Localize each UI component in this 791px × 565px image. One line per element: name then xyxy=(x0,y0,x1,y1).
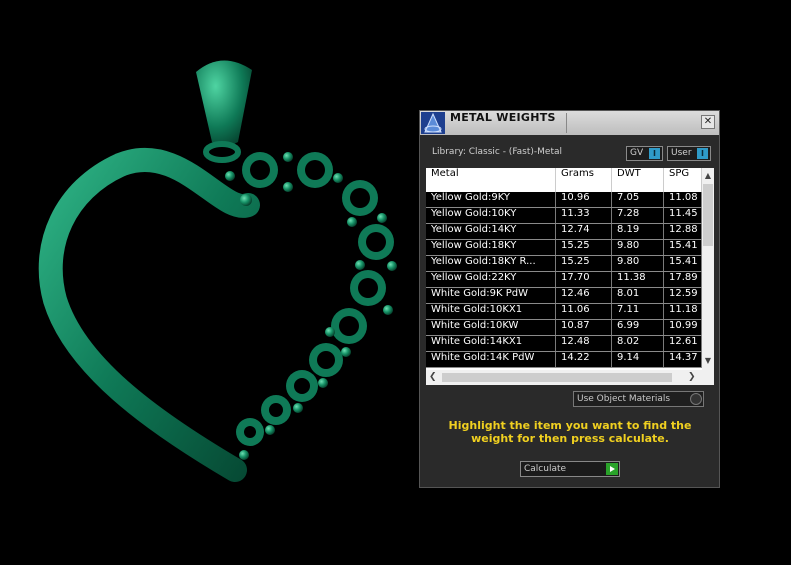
cell-grams: 15.25 xyxy=(556,240,612,255)
gv-toggle-label: GV xyxy=(630,148,644,158)
cell-metal: Yellow Gold:18KY xyxy=(426,240,556,255)
table-row[interactable]: White Gold:9K PdW 12.46 8.01 12.59 xyxy=(426,288,702,304)
cell-grams: 12.46 xyxy=(556,288,612,303)
table-row[interactable]: Yellow Gold:18KY R... 15.25 9.80 15.41 xyxy=(426,256,702,272)
cell-dwt: 7.28 xyxy=(612,208,664,223)
cell-grams: 10.87 xyxy=(556,320,612,335)
gv-toggle[interactable]: GV I xyxy=(626,146,663,161)
scroll-left-arrow-icon[interactable]: ❮ xyxy=(429,372,439,383)
table-row[interactable]: Yellow Gold:10KY 11.33 7.28 11.45 xyxy=(426,208,702,224)
radio-indicator-icon xyxy=(690,393,702,405)
table-row[interactable]: White Gold:10KW 10.87 6.99 10.99 xyxy=(426,320,702,336)
cell-grams: 11.33 xyxy=(556,208,612,223)
cell-dwt: 11.38 xyxy=(612,272,664,287)
calculate-label: Calculate xyxy=(524,464,567,474)
cell-dwt: 9.80 xyxy=(612,256,664,271)
table-row[interactable]: Yellow Gold:18KY 15.25 9.80 15.41 xyxy=(426,240,702,256)
cell-grams: 17.70 xyxy=(556,272,612,287)
library-label: Library: Classic - (Fast)-Metal xyxy=(432,147,563,157)
cell-spg: 10.99 xyxy=(664,320,702,335)
cell-spg: 14.37 xyxy=(664,352,702,367)
cell-metal: Yellow Gold:22KY xyxy=(426,272,556,287)
cell-metal: Yellow Gold:10KY xyxy=(426,208,556,223)
cell-spg: 11.08 xyxy=(664,192,702,207)
cell-metal: White Gold:10KX1 xyxy=(426,304,556,319)
cell-spg: 15.41 xyxy=(664,256,702,271)
vertical-scroll-thumb[interactable] xyxy=(703,184,713,246)
cell-dwt: 6.99 xyxy=(612,320,664,335)
cell-dwt: 9.80 xyxy=(612,240,664,255)
cell-metal: White Gold:10KW xyxy=(426,320,556,335)
table-row[interactable]: Yellow Gold:9KY 10.96 7.05 11.08 xyxy=(426,192,702,208)
table-body: Yellow Gold:9KY 10.96 7.05 11.08 Yellow Gold… xyxy=(426,192,702,368)
heart-outline-tube xyxy=(38,147,260,482)
cell-spg: 12.88 xyxy=(664,224,702,239)
cell-spg: 15.41 xyxy=(664,240,702,255)
user-toggle-label: User xyxy=(671,148,692,158)
metal-weights-dialog: METAL WEIGHTS ✕ Library: Classic - (Fast… xyxy=(419,110,720,488)
scroll-down-arrow-icon[interactable]: ▼ xyxy=(702,356,714,366)
use-object-materials-toggle[interactable]: Use Object Materials xyxy=(573,391,704,407)
dialog-title: METAL WEIGHTS xyxy=(450,111,556,124)
metal-weights-table: Metal Grams DWT SPG Yellow Gold:9KY 10.96… xyxy=(426,168,714,385)
column-header-metal[interactable]: Metal xyxy=(426,168,556,192)
table-row[interactable]: Yellow Gold:22KY 17.70 11.38 17.89 xyxy=(426,272,702,288)
cell-metal: White Gold:9K PdW xyxy=(426,288,556,303)
cell-grams: 15.25 xyxy=(556,256,612,271)
pendant-bail xyxy=(196,60,252,146)
table-row[interactable]: White Gold:14K PdW 14.22 9.14 14.37 xyxy=(426,352,702,368)
title-divider xyxy=(566,113,567,133)
cell-grams: 14.22 xyxy=(556,352,612,367)
calculate-button[interactable]: Calculate xyxy=(520,461,620,477)
cell-dwt: 8.02 xyxy=(612,336,664,351)
app-logo-icon xyxy=(421,112,445,134)
cell-spg: 11.45 xyxy=(664,208,702,223)
cell-grams: 12.74 xyxy=(556,224,612,239)
user-toggle-indicator-icon: I xyxy=(697,148,708,159)
cell-grams: 10.96 xyxy=(556,192,612,207)
play-arrow-icon xyxy=(606,463,618,475)
dialog-title-bar[interactable]: METAL WEIGHTS ✕ xyxy=(420,111,719,135)
user-toggle[interactable]: User I xyxy=(667,146,711,161)
table-row[interactable]: Yellow Gold:14KY 12.74 8.19 12.88 xyxy=(426,224,702,240)
column-header-spg[interactable]: SPG xyxy=(664,168,702,192)
table-header: Metal Grams DWT SPG xyxy=(426,168,702,193)
cell-spg: 17.89 xyxy=(664,272,702,287)
scroll-up-arrow-icon[interactable]: ▲ xyxy=(702,171,714,181)
pendant-jump-ring xyxy=(203,141,241,163)
column-header-grams[interactable]: Grams xyxy=(556,168,612,192)
cell-dwt: 7.11 xyxy=(612,304,664,319)
cell-dwt: 9.14 xyxy=(612,352,664,367)
heart-pendant-model xyxy=(38,60,397,482)
cell-metal: Yellow Gold:14KY xyxy=(426,224,556,239)
horizontal-scroll-thumb[interactable] xyxy=(442,373,672,382)
instructions-text: Highlight the item you want to find the … xyxy=(448,419,692,445)
column-header-dwt[interactable]: DWT xyxy=(612,168,664,192)
cell-spg: 11.18 xyxy=(664,304,702,319)
cell-spg: 12.61 xyxy=(664,336,702,351)
cell-spg: 12.59 xyxy=(664,288,702,303)
table-row[interactable]: White Gold:14KX1 12.48 8.02 12.61 xyxy=(426,336,702,352)
vertical-scrollbar[interactable]: ▲ ▼ xyxy=(702,168,714,370)
cell-metal: Yellow Gold:18KY R... xyxy=(426,256,556,271)
cell-dwt: 8.01 xyxy=(612,288,664,303)
gv-toggle-indicator-icon: I xyxy=(649,148,660,159)
horizontal-scrollbar[interactable]: ❮ ❯ xyxy=(426,370,714,385)
cell-metal: White Gold:14K PdW xyxy=(426,352,556,367)
scroll-right-arrow-icon[interactable]: ❯ xyxy=(688,372,698,383)
use-object-materials-label: Use Object Materials xyxy=(577,394,671,404)
table-row[interactable]: White Gold:10KX1 11.06 7.11 11.18 xyxy=(426,304,702,320)
cell-metal: White Gold:14KX1 xyxy=(426,336,556,351)
cell-metal: Yellow Gold:9KY xyxy=(426,192,556,207)
cell-dwt: 8.19 xyxy=(612,224,664,239)
cell-grams: 12.48 xyxy=(556,336,612,351)
cell-dwt: 7.05 xyxy=(612,192,664,207)
close-button[interactable]: ✕ xyxy=(701,115,715,129)
cell-grams: 11.06 xyxy=(556,304,612,319)
stone-settings xyxy=(236,152,394,446)
